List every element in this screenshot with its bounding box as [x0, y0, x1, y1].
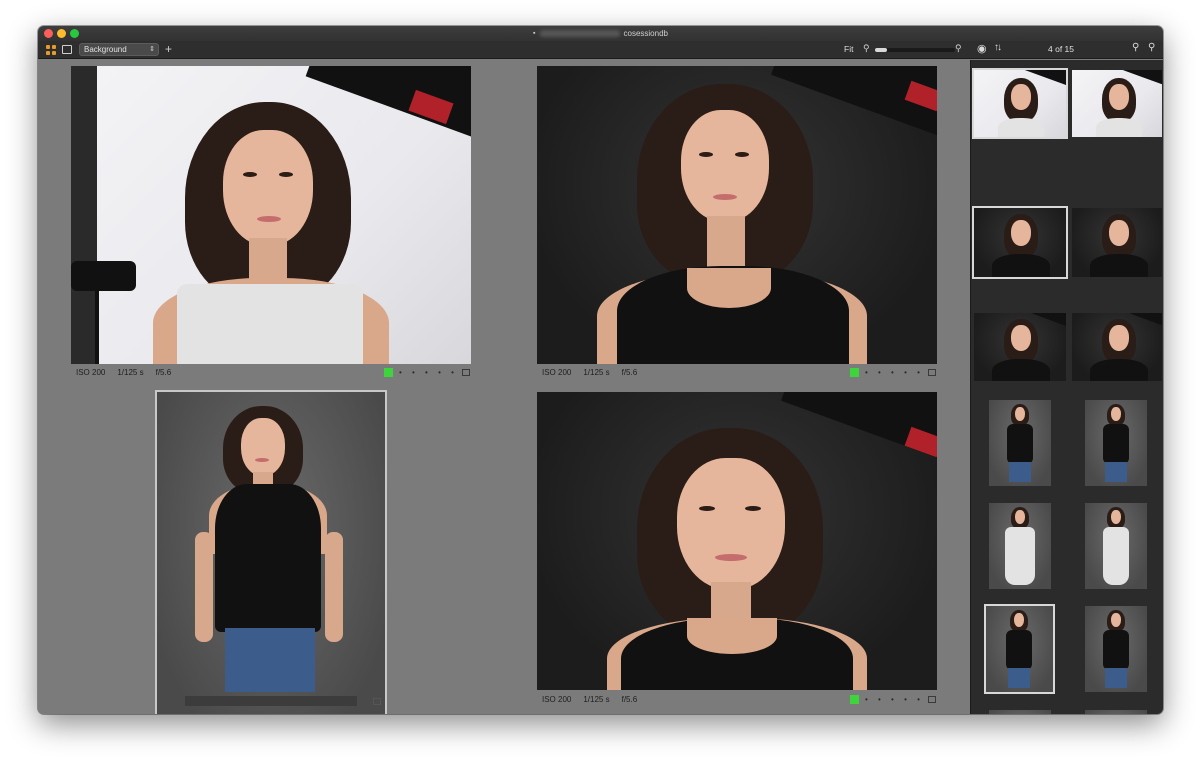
close-window-button[interactable]	[44, 29, 53, 38]
thumbnail-selected[interactable]	[984, 604, 1055, 694]
info-icon[interactable]	[373, 698, 381, 705]
sort-icon[interactable]: ↑↓	[994, 42, 1002, 53]
image-count: 4 of 15	[1048, 44, 1074, 54]
preset-select-label: Background	[84, 45, 127, 54]
shutter-label: 1/125 s	[583, 367, 610, 377]
iso-label: ISO 200	[542, 367, 572, 377]
single-view-icon[interactable]	[62, 45, 72, 54]
zoom-slider-fill	[875, 48, 887, 52]
zoom-window-button[interactable]	[70, 29, 79, 38]
thumbnail[interactable]	[1085, 606, 1147, 692]
thumbnail[interactable]	[989, 503, 1051, 589]
aperture-label: f/5.6	[621, 694, 638, 704]
thumbnail[interactable]	[972, 68, 1068, 139]
aperture-label: f/5.6	[621, 367, 638, 377]
star-rating[interactable]: • • • • •	[865, 695, 924, 704]
thumbnail[interactable]	[1072, 313, 1162, 381]
viewer-toolbar: Background ⇕ + Fit ⚲ ⚲ ◉ ↑↓ 4 of 15 ⚲ ⚲	[38, 41, 1163, 59]
cursor-tool-icon[interactable]: +	[165, 42, 172, 56]
capture-one-window: ▪ cosessiondb Background ⇕ + Fit ⚲ ⚲ ◉ ↑…	[38, 26, 1163, 714]
redacted-path	[539, 30, 620, 37]
color-tag[interactable]	[850, 367, 859, 377]
thumbnail[interactable]	[1085, 400, 1147, 486]
zoom-search-icon[interactable]: ⚲	[1148, 42, 1155, 53]
shutter-label: 1/125 s	[117, 367, 144, 377]
thumbnail[interactable]	[1085, 710, 1147, 714]
star-rating[interactable]: • • • • •	[865, 368, 924, 377]
viewer-photo-selected[interactable]	[155, 390, 387, 714]
iso-label: ISO 200	[76, 367, 106, 377]
zoom-slider[interactable]	[875, 48, 955, 52]
viewer-photo[interactable]	[71, 66, 471, 364]
thumbnail[interactable]	[989, 400, 1051, 486]
thumbnail[interactable]	[1085, 503, 1147, 589]
browser-sidebar	[970, 60, 1163, 714]
viewer-photo[interactable]	[537, 66, 937, 364]
thumbnail[interactable]	[972, 206, 1068, 279]
aperture-label: f/5.6	[155, 367, 172, 377]
info-icon[interactable]	[927, 695, 936, 703]
preset-select[interactable]: Background ⇕	[79, 43, 159, 56]
title-bar: ▪ cosessiondb	[38, 26, 1163, 41]
minimize-window-button[interactable]	[57, 29, 66, 38]
color-tag[interactable]	[384, 367, 393, 377]
fit-label[interactable]: Fit	[844, 44, 853, 54]
thumbnail[interactable]	[974, 313, 1066, 381]
thumbnail[interactable]	[989, 710, 1051, 714]
viewer-photo[interactable]	[537, 392, 937, 690]
search-icon[interactable]: ⚲	[1132, 42, 1139, 53]
multi-view-icon[interactable]	[46, 45, 56, 55]
zoom-in-icon[interactable]: ⚲	[955, 43, 962, 54]
document-icon: ▪	[533, 30, 536, 37]
color-tag[interactable]	[850, 694, 859, 704]
window-title: cosessiondb	[623, 29, 668, 38]
eye-icon[interactable]: ◉	[977, 42, 987, 55]
info-icon[interactable]	[461, 368, 470, 376]
viewer-area: ISO 200 1/125 s f/5.6 • • • • • ISO 200 …	[38, 60, 970, 714]
iso-label: ISO 200	[542, 694, 572, 704]
shutter-label: 1/125 s	[583, 694, 610, 704]
zoom-out-icon[interactable]: ⚲	[863, 43, 870, 54]
thumbnail[interactable]	[1072, 208, 1162, 277]
thumbnail[interactable]	[1072, 70, 1162, 137]
info-icon[interactable]	[927, 368, 936, 376]
star-rating[interactable]: • • • • •	[399, 368, 458, 377]
chevron-updown-icon: ⇕	[149, 46, 155, 53]
